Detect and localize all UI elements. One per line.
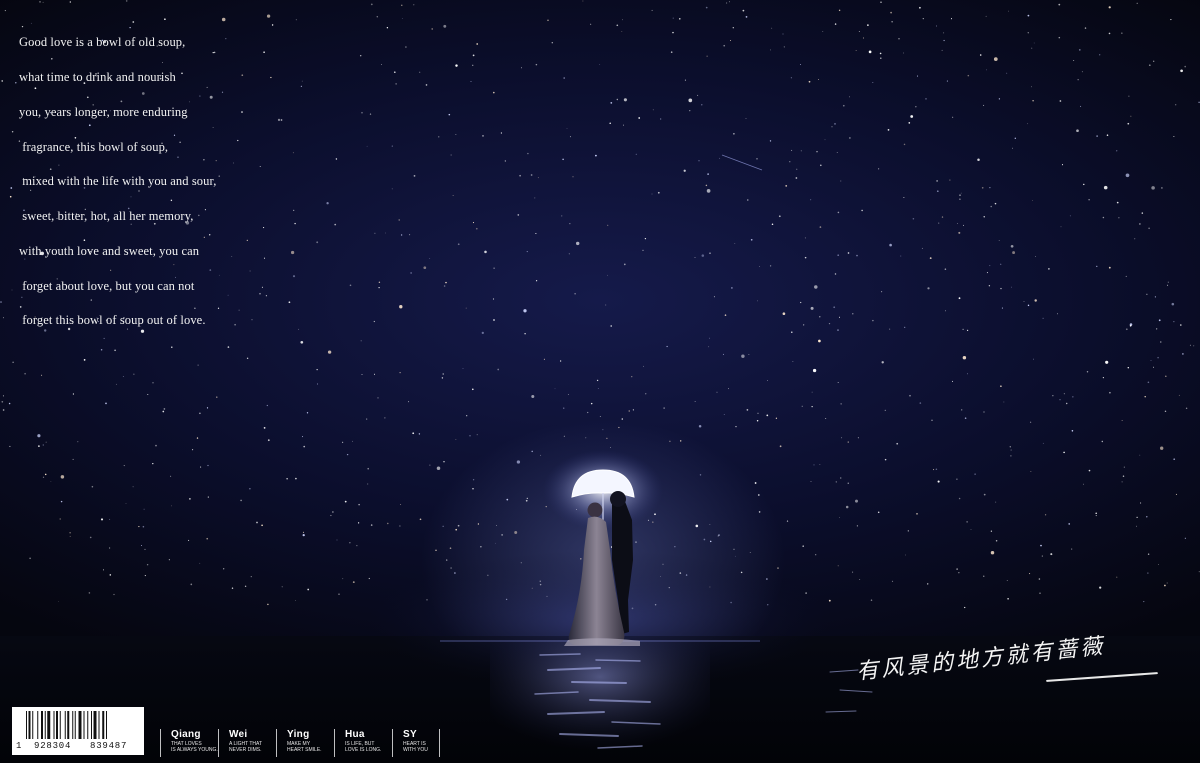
barcode-bar bbox=[32, 711, 34, 739]
brand-name: Hua bbox=[345, 729, 365, 740]
barcode-bar bbox=[67, 711, 70, 739]
brand-item-ying: Ying MAKE MY HEART SMILE. bbox=[276, 729, 334, 757]
barcode-bars bbox=[26, 711, 107, 739]
brand-tagline: IS LIFE, BUT LOVE IS LONG. bbox=[345, 741, 382, 753]
brand-name: Wei bbox=[229, 729, 248, 740]
barcode-bar bbox=[44, 711, 46, 739]
poem-line: forget this bowl of soup out of love. bbox=[19, 313, 206, 328]
barcode-bar bbox=[91, 711, 92, 739]
brand-tagline: THAT LOVES IS ALWAYS YOUNG. bbox=[171, 741, 218, 753]
poem-line: what time to drink and nourish bbox=[19, 69, 176, 84]
barcode-bar bbox=[56, 711, 58, 739]
brand-tagline: HEART IS WITH YOU bbox=[403, 741, 428, 753]
brand-tagline: A LIGHT THAT NEVER DIMS. bbox=[229, 741, 263, 753]
brand-strip: Qiang THAT LOVES IS ALWAYS YOUNG. Wei A … bbox=[160, 729, 440, 757]
barcode-bar bbox=[28, 711, 31, 739]
barcode-bar bbox=[47, 711, 51, 739]
barcode-bar bbox=[102, 711, 105, 739]
barcode-bar bbox=[53, 711, 55, 739]
barcode-bar bbox=[87, 711, 89, 739]
brand-item-hua: Hua IS LIFE, BUT LOVE IS LONG. bbox=[334, 729, 392, 757]
poem-line: Good love is a bowl of old soup, bbox=[19, 35, 186, 50]
barcode-bar bbox=[106, 711, 107, 739]
barcode-bar bbox=[37, 711, 39, 739]
poem-line: sweet, bitter, hot, all her memory, bbox=[19, 209, 194, 224]
poem-line: with youth love and sweet, you can bbox=[19, 243, 200, 258]
barcode-number-group-1: 928304 bbox=[34, 741, 72, 751]
barcode-bar bbox=[26, 711, 27, 739]
brand-item-sy: SY HEART IS WITH YOU bbox=[392, 729, 440, 757]
photo-page: Good love is a bowl of old soup, what ti… bbox=[0, 0, 1200, 763]
poem-line: fragrance, this bowl of soup, bbox=[19, 139, 169, 154]
barcode-bar bbox=[41, 711, 43, 739]
barcode-lead-digit: 1 bbox=[16, 741, 22, 751]
barcode-bar bbox=[72, 711, 74, 739]
poem-line: mixed with the life with you and sour, bbox=[19, 174, 217, 189]
barcode-number-group-2: 839487 bbox=[90, 741, 128, 751]
barcode-bar bbox=[93, 711, 97, 739]
barcode-bar bbox=[78, 711, 82, 739]
brand-item-qiang: Qiang THAT LOVES IS ALWAYS YOUNG. bbox=[160, 729, 218, 757]
barcode-bar bbox=[59, 711, 61, 739]
barcode-bar bbox=[83, 711, 85, 739]
poem-text-block: Good love is a bowl of old soup, what ti… bbox=[19, 14, 259, 350]
barcode-bar bbox=[64, 711, 66, 739]
barcode-bar bbox=[98, 711, 100, 739]
brand-name: SY bbox=[403, 729, 417, 740]
poem-line: forget about love, but you can not bbox=[19, 278, 195, 293]
brand-tagline: MAKE MY HEART SMILE. bbox=[287, 741, 322, 753]
brand-item-wei: Wei A LIGHT THAT NEVER DIMS. bbox=[218, 729, 276, 757]
brand-name: Qiang bbox=[171, 729, 201, 740]
poem-line: you, years longer, more enduring bbox=[19, 104, 188, 119]
barcode-bar bbox=[74, 711, 76, 739]
barcode: 1 928304 839487 bbox=[12, 707, 144, 755]
brand-name: Ying bbox=[287, 729, 310, 740]
